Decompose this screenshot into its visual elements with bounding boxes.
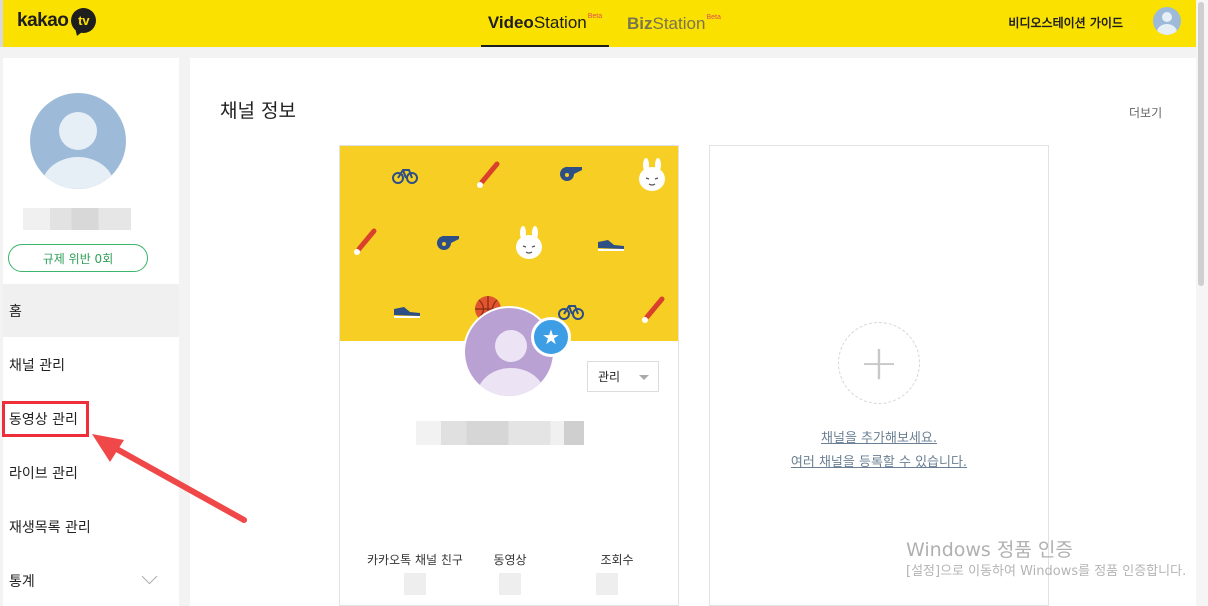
annotation-highlight-box <box>2 401 89 437</box>
tab-video-beta: Beta <box>587 13 603 20</box>
tab-biz-strong: Biz <box>627 13 653 33</box>
tab-video-strong: Video <box>487 12 534 32</box>
logo-tv-badge: tv <box>71 8 97 33</box>
add-channel-plus-button[interactable]: + <box>838 322 920 404</box>
kakao-tv-logo[interactable]: kakao tv <box>17 8 97 33</box>
main-content: 채널 정보 더보기 ★ 관리 카카오톡 채널 친구 동영상 조회수 + 채널을 … <box>190 58 1208 606</box>
sidebar-item-home[interactable]: 홈 <box>3 284 179 337</box>
profile-avatar[interactable] <box>30 93 126 189</box>
sidebar-item-channel-management[interactable]: 채널 관리 <box>3 338 179 391</box>
sidebar-item-statistics[interactable]: 통계 <box>3 554 179 606</box>
guide-link[interactable]: 비디오스테이션 가이드 <box>1008 14 1123 31</box>
avatar-body <box>1157 24 1177 35</box>
baseball-bat-icon-3 <box>642 296 665 323</box>
scrollbar-thumb[interactable] <box>1198 2 1204 286</box>
sidebar-item-live-management[interactable]: 라이브 관리 <box>3 446 179 499</box>
violation-count-button[interactable]: 규제 위반 0회 <box>8 244 148 272</box>
caret-down-icon <box>639 375 649 380</box>
manage-dropdown[interactable]: 관리 <box>587 361 659 392</box>
windows-activation-subtitle: [설정]으로 이동하여 Windows를 정품 인증합니다. <box>906 564 1187 579</box>
chevron-down-icon[interactable] <box>141 568 158 585</box>
baseball-bat-icon-2 <box>354 228 377 255</box>
tab-video-station[interactable]: Video Station Beta <box>481 0 609 47</box>
top-header: kakao tv Video Station Beta Biz Station Beta… <box>0 0 1208 47</box>
tab-video-rest: Station <box>533 12 587 32</box>
channel-avatar-head <box>495 330 527 362</box>
channel-avatar-body <box>477 368 545 396</box>
star-icon: ★ <box>531 317 571 357</box>
tab-biz-rest: Station <box>652 13 706 33</box>
sneaker-icon-2 <box>394 307 420 318</box>
bicycle-icon <box>392 169 418 184</box>
page-title: 채널 정보 <box>220 100 296 122</box>
blurred-stat-value <box>499 573 521 595</box>
tab-biz-beta: Beta <box>706 14 721 21</box>
stat-label-friends: 카카오톡 채널 친구 <box>367 553 463 567</box>
sidebar-item-playlist-management[interactable]: 재생목록 관리 <box>3 500 179 553</box>
blurred-channel-name <box>416 421 584 445</box>
logo-text: kakao <box>17 9 69 31</box>
profile-avatar-body <box>42 157 114 189</box>
add-channel-link[interactable]: 채널을 추가해보세요. <box>710 427 1048 446</box>
whistle-icon <box>559 166 582 181</box>
sneaker-icon <box>598 240 624 251</box>
bunny-character-icon-2 <box>516 226 542 259</box>
bunny-character-icon <box>639 158 665 191</box>
bicycle-icon-2 <box>558 305 584 320</box>
channel-card: ★ 관리 카카오톡 채널 친구 동영상 조회수 <box>339 145 679 606</box>
manage-dropdown-label: 관리 <box>598 370 621 384</box>
multiple-channels-link[interactable]: 여러 채널을 등록할 수 있습니다. <box>710 451 1048 470</box>
stat-label-videos: 동영상 <box>493 553 527 567</box>
sidebar: 규제 위반 0회 홈 채널 관리 동영상 관리 라이브 관리 재생목록 관리 통… <box>3 58 179 606</box>
whistle-icon-2 <box>436 235 459 250</box>
baseball-bat-icon <box>477 161 500 188</box>
blurred-stat-value <box>596 573 618 595</box>
avatar-head <box>1162 12 1172 22</box>
more-link[interactable]: 더보기 <box>1129 104 1162 121</box>
blurred-profile-name <box>23 208 131 230</box>
sidebar-item-statistics-label: 통계 <box>9 573 35 590</box>
stat-label-views: 조회수 <box>600 553 634 567</box>
windows-activation-title: Windows 정품 인증 <box>906 539 1073 561</box>
profile-avatar-head <box>59 112 97 150</box>
tab-biz-station[interactable]: Biz Station Beta <box>627 0 721 47</box>
blurred-stat-value <box>404 573 426 595</box>
user-avatar-icon[interactable] <box>1153 7 1181 35</box>
